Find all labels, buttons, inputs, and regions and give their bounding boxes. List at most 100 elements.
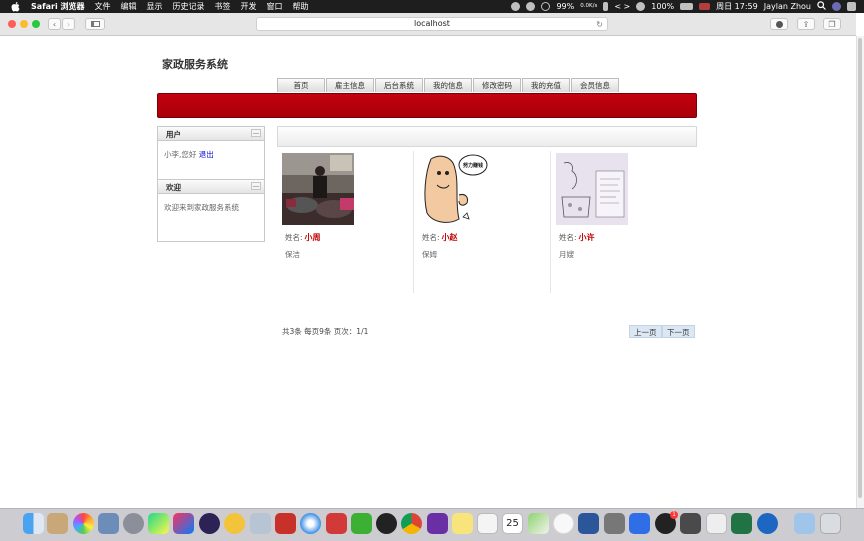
maps-icon[interactable] (528, 513, 549, 534)
zoom-window-button[interactable] (32, 20, 40, 28)
settings-icon[interactable] (604, 513, 625, 534)
calendar-icon[interactable]: 25 (502, 513, 523, 534)
menu-bookmarks[interactable]: 书签 (215, 1, 231, 12)
worker-name-row: 姓名: 小赵 (422, 232, 458, 243)
database-icon[interactable] (250, 513, 271, 534)
siri-icon[interactable] (832, 2, 841, 11)
worker-card[interactable]: 努力赚钱 姓名: 小赵 保姆 (414, 151, 551, 293)
notification-badge: 1 (670, 511, 678, 519)
battery-icon[interactable] (680, 3, 694, 10)
back-button[interactable]: ‹ (48, 18, 61, 30)
menu-file[interactable]: 文件 (95, 1, 111, 12)
tabs-overview-button[interactable]: ❐ (823, 18, 841, 30)
menu-view[interactable]: 显示 (147, 1, 163, 12)
user-name[interactable]: Jaylan Zhou (764, 2, 811, 11)
folder-icon[interactable] (794, 513, 815, 534)
welcome-panel-header: 欢迎 — (158, 180, 264, 194)
browser-icon[interactable] (757, 513, 778, 534)
menu-edit[interactable]: 编辑 (121, 1, 137, 12)
circle-status-icon[interactable] (541, 2, 551, 11)
scrollbar-thumb[interactable] (858, 38, 862, 498)
photos-icon[interactable] (73, 513, 94, 534)
menu-history[interactable]: 历史记录 (173, 1, 205, 12)
sublime-icon[interactable] (680, 513, 701, 534)
sketch-photo-icon (556, 153, 628, 225)
prev-page-button[interactable]: 上一页 (629, 325, 662, 338)
address-bar[interactable]: localhost ↻ (256, 17, 608, 31)
worker-name[interactable]: 小周 (305, 233, 321, 242)
notification-bell-icon[interactable] (526, 2, 536, 11)
collapse-button[interactable]: — (251, 129, 261, 137)
main-nav: 首页 雇主信息 后台系统 我的信息 修改密码 我的充值 会员信息 (277, 78, 620, 92)
forward-button[interactable]: › (62, 18, 75, 30)
bluetooth-icon[interactable] (603, 2, 609, 11)
remote-icon[interactable] (326, 513, 347, 534)
eclipse-icon[interactable] (199, 513, 220, 534)
worker-card[interactable]: 姓名: 小许 月嫂 (551, 151, 688, 293)
axure-icon[interactable] (427, 513, 448, 534)
wechat-status-icon[interactable] (511, 2, 521, 11)
nav-tab-my-recharge[interactable]: 我的充值 (522, 78, 570, 92)
clock[interactable]: 周日 17:59 (716, 1, 758, 12)
sidebar-toggle-button[interactable] (85, 18, 105, 30)
welcome-panel-body: 欢迎来到家政服务系统 (158, 194, 264, 221)
qq-icon[interactable] (376, 513, 397, 534)
excel-icon[interactable] (731, 513, 752, 534)
collapse-button[interactable]: — (251, 182, 261, 190)
trash-icon[interactable] (820, 513, 841, 534)
menu-develop[interactable]: 开发 (241, 1, 257, 12)
chrome-icon[interactable] (401, 513, 422, 534)
pycharm-icon[interactable] (148, 513, 169, 534)
logout-link[interactable]: 退出 (199, 150, 214, 159)
tablet-icon[interactable] (706, 513, 727, 534)
worker-photo[interactable]: 努力赚钱 (419, 153, 491, 225)
launchpad-icon[interactable] (47, 513, 68, 534)
nav-tab-employer-info[interactable]: 雇主信息 (326, 78, 374, 92)
baidu-icon[interactable] (629, 513, 650, 534)
finder-icon[interactable] (23, 513, 44, 534)
safari-icon[interactable] (300, 513, 321, 534)
worker-card[interactable]: 姓名: 小周 保洁 (277, 151, 414, 293)
share-button[interactable]: ⇪ (797, 18, 815, 30)
rocket-icon[interactable] (123, 513, 144, 534)
nav-tab-member-info[interactable]: 会员信息 (571, 78, 619, 92)
wechat-icon[interactable] (351, 513, 372, 534)
code-brackets-icon[interactable]: < > (614, 2, 630, 11)
menu-app-name[interactable]: Safari 浏览器 (31, 1, 85, 12)
cloud-icon[interactable] (224, 513, 245, 534)
reload-icon[interactable]: ↻ (596, 19, 603, 31)
preview-icon[interactable] (98, 513, 119, 534)
calendar-day: 25 (506, 518, 519, 529)
minimize-window-button[interactable] (20, 20, 28, 28)
worker-name[interactable]: 小赵 (442, 233, 458, 242)
textedit-icon[interactable] (477, 513, 498, 534)
nav-tab-home[interactable]: 首页 (277, 78, 325, 92)
music-icon[interactable] (553, 513, 574, 534)
worker-name[interactable]: 小许 (579, 233, 595, 242)
nav-tab-change-password[interactable]: 修改密码 (473, 78, 521, 92)
url-text: localhost (414, 19, 450, 28)
worker-photo[interactable] (556, 153, 628, 225)
wifi-icon[interactable] (636, 2, 646, 11)
worker-photo[interactable] (282, 153, 354, 225)
word-icon[interactable] (578, 513, 599, 534)
macos-dock: 25 1 (0, 508, 864, 541)
worker-name-row: 姓名: 小许 (559, 232, 595, 243)
apple-icon[interactable] (10, 1, 20, 12)
spotlight-icon[interactable] (817, 1, 826, 12)
worker-role: 月嫂 (559, 250, 574, 259)
close-window-button[interactable] (8, 20, 16, 28)
notification-center-icon[interactable] (847, 2, 856, 11)
cartoon-photo-icon: 努力赚钱 (419, 153, 491, 225)
redis-icon[interactable] (275, 513, 296, 534)
flag-icon[interactable] (699, 3, 711, 10)
menu-help[interactable]: 帮助 (293, 1, 309, 12)
downloads-button[interactable] (770, 18, 788, 30)
menu-window[interactable]: 窗口 (267, 1, 283, 12)
next-page-button[interactable]: 下一页 (662, 325, 695, 338)
nav-tab-admin[interactable]: 后台系统 (375, 78, 423, 92)
intellij-icon[interactable] (173, 513, 194, 534)
notes-icon[interactable] (452, 513, 473, 534)
nav-tab-my-info[interactable]: 我的信息 (424, 78, 472, 92)
name-label: 姓名: (285, 233, 303, 242)
